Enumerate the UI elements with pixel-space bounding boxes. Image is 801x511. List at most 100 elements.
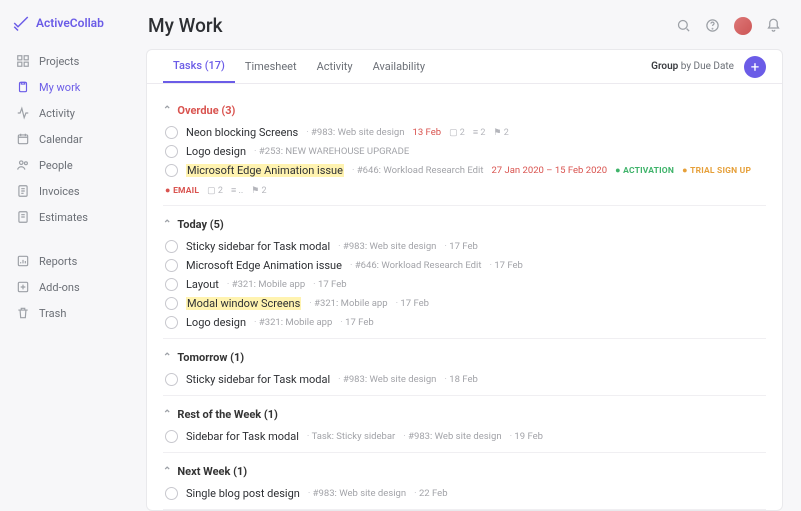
chevron-down-icon: ⌃	[163, 466, 171, 477]
tab-tasks[interactable]: Tasks (17)	[163, 50, 235, 83]
section-header[interactable]: ⌃ Next Week (1)	[163, 461, 766, 484]
task-project: #983: Web site design	[306, 127, 404, 138]
nav-label: Invoices	[39, 185, 80, 198]
task-name[interactable]: Microsoft Edge Animation issue	[186, 164, 344, 177]
nav-my work[interactable]: My work	[12, 74, 128, 100]
task-checkbox[interactable]	[165, 297, 178, 310]
task-due: 17 Feb	[340, 317, 373, 328]
main: My Work Tasks (17)TimesheetActivityAvail…	[140, 0, 801, 511]
section-title: Next Week (1)	[177, 465, 247, 478]
logo-icon	[12, 14, 30, 32]
add-task-button[interactable]: +	[744, 56, 766, 78]
task-name[interactable]: Logo design	[186, 316, 246, 329]
brand[interactable]: ActiveCollab	[12, 14, 128, 32]
nav-add-ons[interactable]: Add-ons	[12, 274, 128, 300]
subtask-icon: ≡ 2	[473, 127, 486, 138]
chevron-down-icon: ⌃	[163, 105, 171, 116]
section: ⌃ Overdue (3) Neon blocking Screens #983: …	[163, 92, 766, 206]
nav-calendar[interactable]: Calendar	[12, 126, 128, 152]
nav-label: People	[39, 159, 73, 172]
task-checkbox[interactable]	[165, 373, 178, 386]
section: ⌃ Today (5) Sticky sidebar for Task modal…	[163, 206, 766, 339]
task-checkbox[interactable]	[165, 145, 178, 158]
task-due: 17 Feb	[313, 279, 346, 290]
section-header[interactable]: ⌃ Rest of the Week (1)	[163, 404, 766, 427]
task-checkbox[interactable]	[165, 278, 178, 291]
task-label: EMAIL	[165, 185, 199, 196]
search-icon[interactable]	[676, 18, 691, 33]
grid-icon	[16, 54, 30, 68]
comment-icon: ▢ 2	[207, 186, 223, 196]
task-project: #983: Web site design	[338, 374, 436, 385]
nav-people[interactable]: People	[12, 152, 128, 178]
avatar[interactable]	[734, 17, 752, 35]
task-list: ⌃ Overdue (3) Neon blocking Screens #983: …	[147, 84, 782, 510]
tab-availability[interactable]: Availability	[363, 50, 435, 83]
task-row: Sticky sidebar for Task modal #983: Web s…	[163, 370, 766, 389]
task-name[interactable]: Single blog post design	[186, 487, 300, 500]
task-checkbox[interactable]	[165, 487, 178, 500]
nav-label: My work	[39, 81, 80, 94]
tab-activity[interactable]: Activity	[307, 50, 363, 83]
task-row: Microsoft Edge Animation issue #646: Work…	[163, 161, 766, 199]
section: ⌃ Tomorrow (1)Sticky sidebar for Task mo…	[163, 339, 766, 396]
task-checkbox[interactable]	[165, 430, 178, 443]
section-header[interactable]: ⌃ Today (5)	[163, 214, 766, 237]
brand-name: ActiveCollab	[36, 16, 104, 30]
section-header[interactable]: ⌃ Tomorrow (1)	[163, 347, 766, 370]
task-project: #321: Mobile app	[254, 317, 332, 328]
nav-trash[interactable]: Trash	[12, 300, 128, 326]
nav-invoices[interactable]: Invoices	[12, 178, 128, 204]
comment-icon: ▢ 2	[449, 128, 465, 138]
task-project: #253: NEW WAREHOUSE UPGRADE	[254, 146, 409, 157]
task-name[interactable]: Microsoft Edge Animation issue	[186, 259, 342, 272]
nav-label: Trash	[39, 307, 66, 320]
flag-icon: ⚑ 2	[251, 186, 266, 196]
task-checkbox[interactable]	[165, 240, 178, 253]
task-checkbox[interactable]	[165, 316, 178, 329]
task-parent: Task: Sticky sidebar	[307, 431, 395, 442]
section-title: Overdue (3)	[177, 104, 235, 117]
reports-icon	[16, 254, 30, 268]
task-name[interactable]: Logo design	[186, 145, 246, 158]
task-checkbox[interactable]	[165, 126, 178, 139]
chevron-down-icon: ⌃	[163, 219, 171, 230]
task-name[interactable]: Sticky sidebar for Task modal	[186, 373, 330, 386]
task-label: TRIAL SIGN UP	[682, 165, 751, 176]
help-icon[interactable]	[705, 18, 720, 33]
nav-estimates[interactable]: Estimates	[12, 204, 128, 230]
invoice-icon	[16, 184, 30, 198]
task-project: #983: Web site design	[338, 241, 436, 252]
people-icon	[16, 158, 30, 172]
task-name[interactable]: Modal window Screens	[186, 297, 301, 310]
chevron-down-icon: ⌃	[163, 409, 171, 420]
task-name[interactable]: Sticky sidebar for Task modal	[186, 240, 330, 253]
tab-timesheet[interactable]: Timesheet	[235, 50, 307, 83]
section: ⌃ Next Week (1)Single blog post design#9…	[163, 453, 766, 510]
section-title: Tomorrow (1)	[177, 351, 244, 364]
nav-activity[interactable]: Activity	[12, 100, 128, 126]
section-header[interactable]: ⌃ Overdue (3)	[163, 100, 766, 123]
sidebar: ActiveCollab Projects My work Activity C…	[0, 0, 140, 511]
task-name[interactable]: Neon blocking Screens	[186, 126, 298, 139]
task-due: 22 Feb	[414, 488, 447, 499]
nav-label: Estimates	[39, 211, 88, 224]
task-due: 27 Jan 2020 – 15 Feb 2020	[491, 165, 607, 176]
estimate-icon	[16, 210, 30, 224]
nav-reports[interactable]: Reports	[12, 248, 128, 274]
nav-projects[interactable]: Projects	[12, 48, 128, 74]
subtask-icon: ≡ ..	[231, 185, 243, 196]
task-project: #321: Mobile app	[227, 279, 305, 290]
calendar-icon	[16, 132, 30, 146]
nav-label: Calendar	[39, 133, 83, 146]
group-by[interactable]: Group by Due Date	[651, 61, 734, 72]
task-project: #321: Mobile app	[309, 298, 387, 309]
task-name[interactable]: Layout	[186, 278, 219, 291]
task-project: #646: Workload Research Edit	[352, 165, 484, 176]
task-due: 17 Feb	[444, 241, 477, 252]
bell-icon[interactable]	[766, 18, 781, 33]
task-checkbox[interactable]	[165, 164, 178, 177]
task-name[interactable]: Sidebar for Task modal	[186, 430, 299, 443]
task-badges: ▢ 2 ≡ .. ⚑ 2	[207, 185, 266, 196]
task-checkbox[interactable]	[165, 259, 178, 272]
